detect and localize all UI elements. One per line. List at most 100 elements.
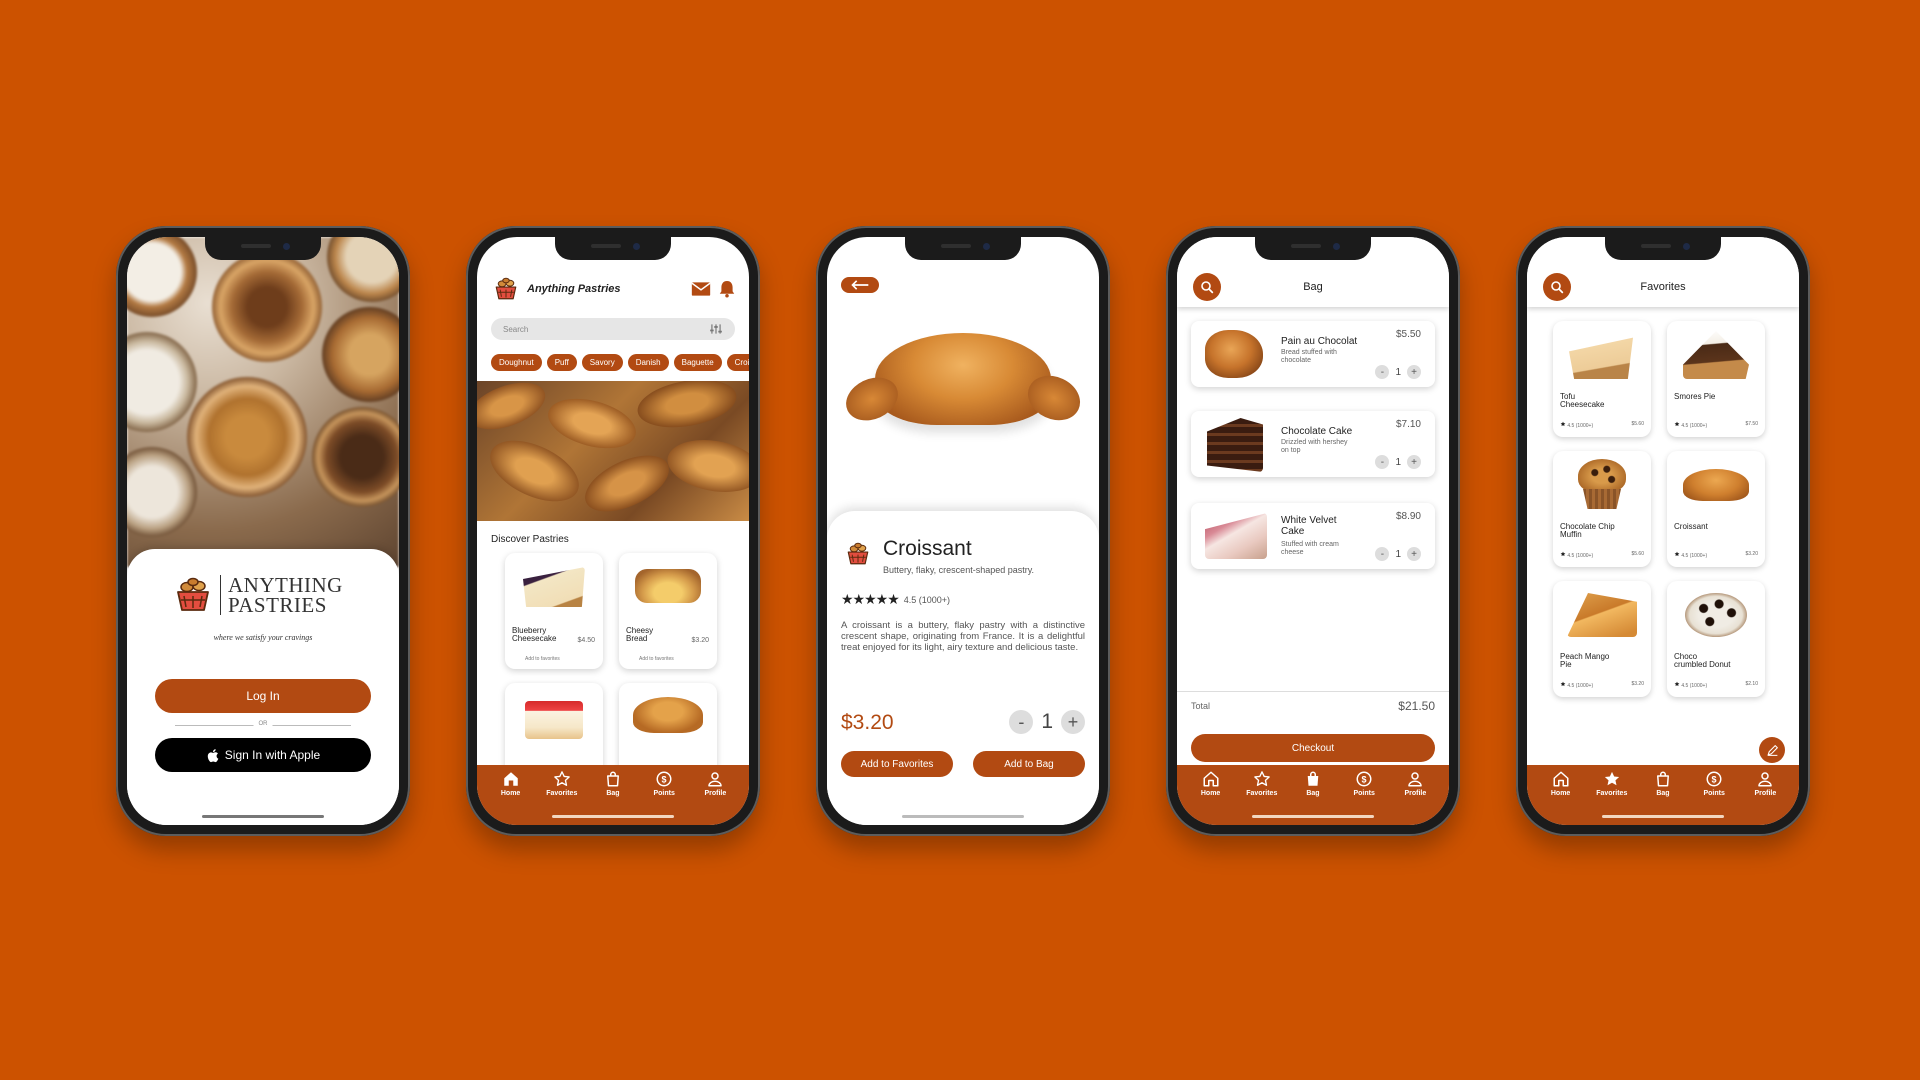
increase-button[interactable]: +: [1061, 710, 1085, 734]
add-to-favorites-button[interactable]: Add to Favorites: [841, 751, 953, 777]
points-icon: [1355, 770, 1373, 788]
category-doughnut[interactable]: Doughnut: [491, 354, 542, 371]
profile-icon: [1756, 770, 1774, 788]
home-indicator: [1602, 815, 1724, 818]
favorite-card-smores-pie[interactable]: Smores Pie 4.5 (1000+) $7.50: [1667, 321, 1765, 437]
category-savory[interactable]: Savory: [581, 354, 623, 371]
basket-logo-icon: [173, 575, 213, 615]
edit-fab-button[interactable]: [1759, 737, 1785, 763]
phone-detail: Croissant Buttery, flaky, crescent-shape…: [816, 226, 1110, 836]
rating-star-icon: [1674, 551, 1680, 557]
favorite-star-icon[interactable]: [626, 654, 636, 664]
notch: [555, 237, 671, 260]
favorite-card-croissant[interactable]: Croissant 4.5 (1000+) $3.20: [1667, 451, 1765, 567]
favorite-star-icon[interactable]: [512, 654, 522, 664]
phone-home: Anything Pastries Search Doughnut Puff Sav…: [466, 226, 760, 836]
item-desc: Drizzled with hershey on top: [1281, 439, 1348, 454]
nav-profile[interactable]: Profile: [1395, 770, 1435, 825]
rating-star-icon: [1674, 681, 1680, 687]
category-puff[interactable]: Puff: [546, 354, 577, 371]
nav-profile-label: Profile: [1754, 790, 1777, 797]
notch: [205, 237, 321, 260]
increase-button[interactable]: +: [1407, 547, 1421, 561]
nav-home[interactable]: Home: [491, 770, 531, 825]
favorites-screen: Favorites Tofu Cheesecake 4.5 (1000+) $5.…: [1527, 237, 1799, 825]
decrease-button[interactable]: -: [1375, 547, 1390, 561]
search-input[interactable]: Search: [503, 325, 709, 334]
item-name: Chocolate Cake: [1281, 426, 1353, 437]
login-card: ANYTHING PASTRIES where we satisfy your …: [127, 549, 399, 825]
home-indicator: [552, 815, 674, 818]
favorite-card-choco-crumbled-donut[interactable]: Choco crumbled Donut 4.5 (1000+) $2.10: [1667, 581, 1765, 697]
total-label: Total: [1191, 701, 1211, 711]
increase-button[interactable]: +: [1407, 455, 1421, 469]
section-title: Discover Pastries: [491, 534, 569, 545]
favorite-card-tofu-cheesecake[interactable]: Tofu Cheesecake 4.5 (1000+) $5.60: [1553, 321, 1651, 437]
filter-icon[interactable]: [709, 323, 723, 335]
favorite-card-chocolate-chip-muffin[interactable]: Chocolate Chip Muffin 4.5 (1000+) $5.60: [1553, 451, 1651, 567]
nav-bag-label: Bag: [1656, 790, 1670, 797]
nav-home[interactable]: Home: [1191, 770, 1231, 825]
search-bar[interactable]: Search: [491, 318, 735, 340]
add-to-favorites-link[interactable]: Add to favorites: [525, 656, 560, 662]
home-icon: [1202, 770, 1220, 788]
apple-signin-button[interactable]: Sign In with Apple: [155, 738, 371, 772]
add-to-favorites-link[interactable]: Add to favorites: [639, 656, 674, 662]
bag-item-chocolate-cake[interactable]: Chocolate Cake Drizzled with hershey on …: [1191, 411, 1435, 477]
nav-profile-label: Profile: [1404, 790, 1427, 797]
home-header: Anything Pastries: [493, 275, 735, 303]
increase-button[interactable]: +: [1407, 365, 1421, 379]
login-button[interactable]: Log In: [155, 679, 371, 713]
favorite-rating: 4.5 (1000+): [1567, 683, 1594, 689]
bag-item-white-velvet-cake[interactable]: White Velvet Cake Stuffed with cream che…: [1191, 503, 1435, 569]
rating-star-icon: [1674, 421, 1680, 427]
favorite-price: $7.50: [1745, 421, 1758, 427]
decrease-button[interactable]: -: [1009, 710, 1034, 734]
nav-profile[interactable]: Profile: [695, 770, 735, 825]
favorite-card-peach-mango-pie[interactable]: Peach Mango Pie 4.5 (1000+) $3.20: [1553, 581, 1651, 697]
notch: [1255, 237, 1371, 260]
detail-card: Croissant Buttery, flaky, crescent-shape…: [827, 511, 1099, 825]
back-button[interactable]: [841, 277, 879, 293]
favorite-name: Peach Mango Pie: [1560, 652, 1610, 670]
favorite-meta: 4.5 (1000+) $3.20: [1674, 551, 1758, 559]
decrease-button[interactable]: -: [1375, 365, 1390, 379]
favorite-rating: 4.5 (1000+): [1567, 553, 1594, 559]
category-danish[interactable]: Danish: [627, 354, 669, 371]
nav-home[interactable]: Home: [1541, 770, 1581, 825]
favorite-rating: 4.5 (1000+): [1567, 423, 1594, 429]
mail-icon[interactable]: [691, 281, 711, 297]
apple-signin-label: Sign In with Apple: [224, 748, 321, 762]
favorite-meta: 4.5 (1000+) $7.50: [1674, 421, 1758, 429]
cheesy-bread-image: [635, 569, 701, 603]
product-card-cheesy-bread[interactable]: Cheesy Bread $3.20 Add to favorites: [619, 553, 717, 669]
item-desc: Stuffed with cream cheese: [1281, 541, 1339, 556]
nav-home-label: Home: [1550, 790, 1571, 797]
rating-star-icon: [1560, 551, 1566, 557]
basket-logo-icon: [493, 276, 519, 302]
brand-name-line1: ANYTHING: [228, 573, 343, 597]
apple-icon: [207, 748, 219, 762]
brand-name-line2: PASTRIES: [228, 593, 327, 617]
croissant-image: [1683, 469, 1749, 501]
blueberry-cheesecake-image: [523, 567, 585, 607]
back-arrow-icon: [851, 280, 869, 290]
add-to-bag-button[interactable]: Add to Bag: [973, 751, 1085, 777]
product-card-blueberry-cheesecake[interactable]: Blueberry Cheesecake $4.50 Add to favori…: [505, 553, 603, 669]
bell-icon[interactable]: [719, 280, 735, 298]
bag-item-pain-au-chocolat[interactable]: Pain au Chocolat Bread stuffed with choc…: [1191, 321, 1435, 387]
nav-profile[interactable]: Profile: [1745, 770, 1785, 825]
profile-icon: [1406, 770, 1424, 788]
home-icon: [1552, 770, 1570, 788]
nav-favorites-label: Favorites: [1246, 790, 1278, 797]
category-croissant[interactable]: Croiss: [726, 354, 749, 371]
bag-screen: Bag Pain au Chocolat Bread stuffed with …: [1177, 237, 1449, 825]
points-icon: [655, 770, 673, 788]
phone-bag: Bag Pain au Chocolat Bread stuffed with …: [1166, 226, 1460, 836]
notch: [1605, 237, 1721, 260]
category-baguette[interactable]: Baguette: [673, 354, 722, 371]
favorite-price: $2.10: [1745, 681, 1758, 687]
decrease-button[interactable]: -: [1375, 455, 1390, 469]
brand-logo: ANYTHING PASTRIES: [173, 573, 343, 617]
checkout-button[interactable]: Checkout: [1191, 734, 1435, 762]
